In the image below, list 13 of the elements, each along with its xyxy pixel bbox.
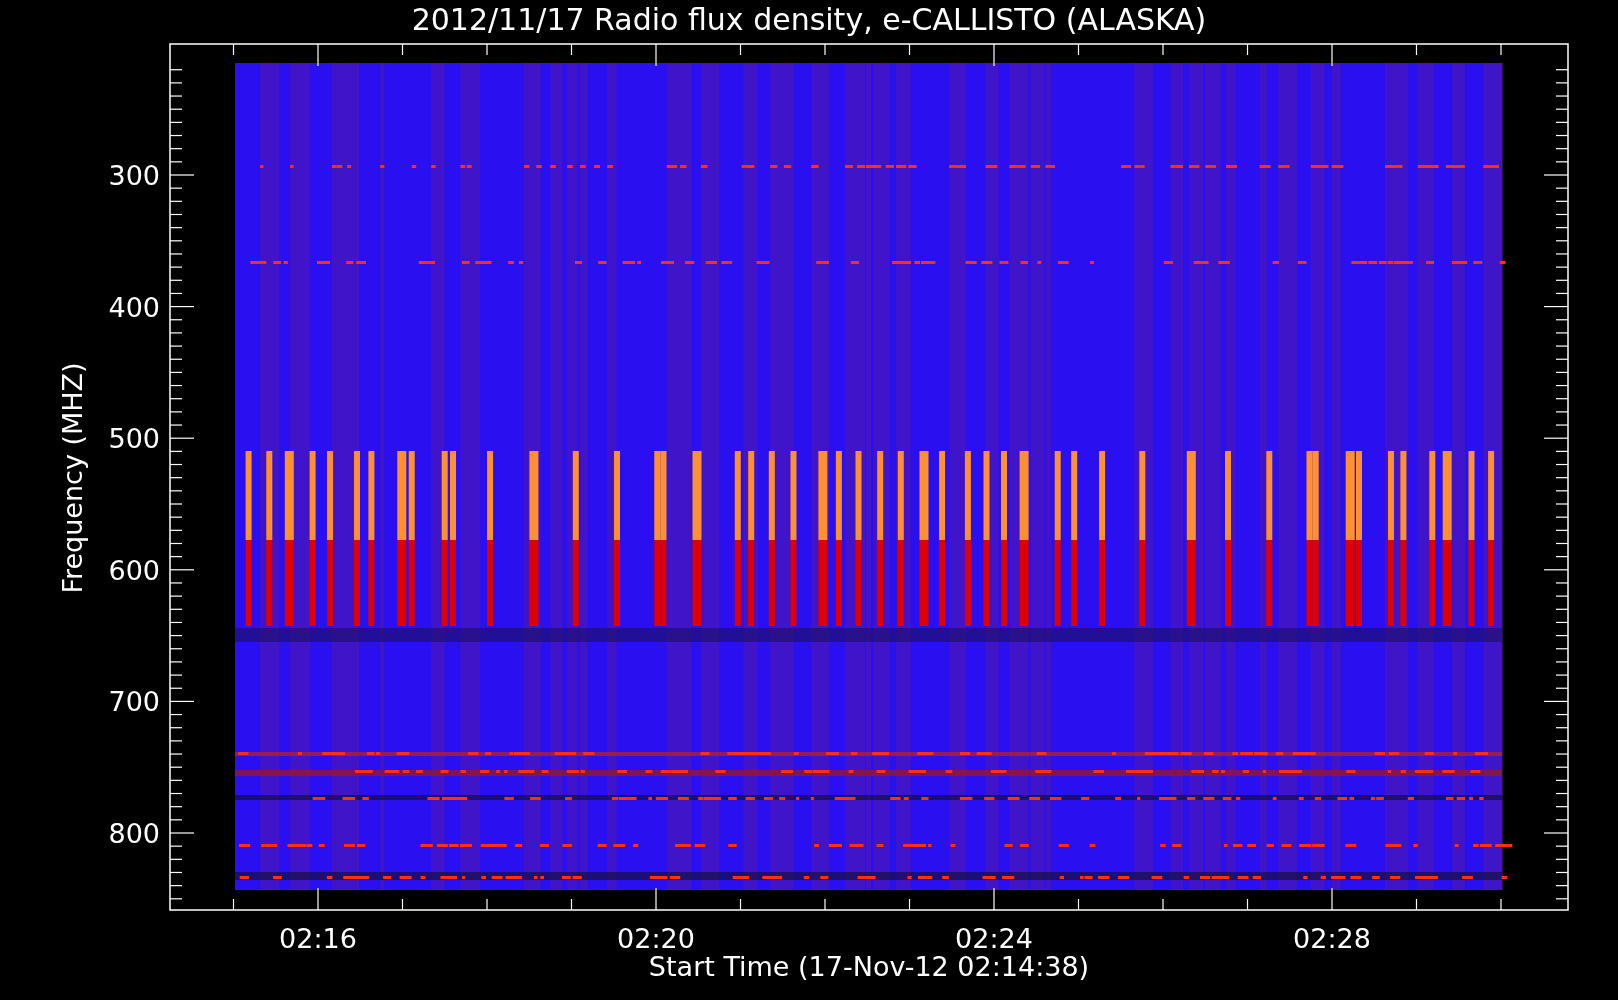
x-tick-label: 02:28 (1293, 923, 1371, 954)
y-axis-label: Frequency (MHZ) (57, 362, 88, 594)
y-tick-label: 700 (108, 686, 160, 718)
x-tick-label: 02:16 (279, 923, 357, 954)
x-tick-label: 02:20 (617, 923, 695, 954)
y-tick-label: 400 (108, 291, 160, 323)
y-tick-label: 500 (108, 423, 160, 455)
y-tick-label: 800 (108, 818, 160, 849)
y-tick-label: 600 (108, 554, 160, 586)
y-tick-label: 300 (108, 160, 160, 191)
x-tick-label: 02:24 (955, 923, 1033, 954)
chart-title: 2012/11/17 Radio flux density, e-CALLISTO (ALASKA) (411, 2, 1207, 37)
x-axis-label: Start Time (17-Nov-12 02:14:38) (648, 951, 1090, 982)
